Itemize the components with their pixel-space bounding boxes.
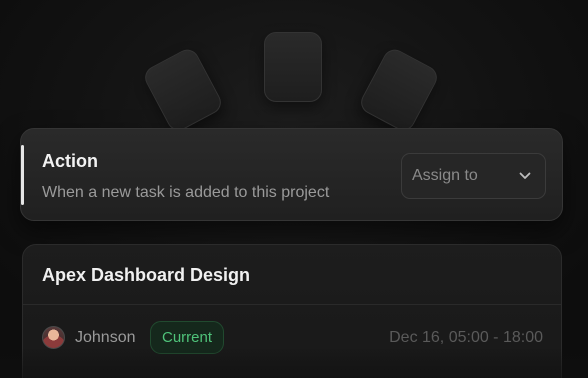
- action-card: Action When a new task is added to this …: [20, 128, 563, 221]
- task-card[interactable]: Apex Dashboard Design Johnson Current De…: [22, 244, 562, 378]
- template-card-left[interactable]: [140, 45, 226, 135]
- task-title: Apex Dashboard Design: [42, 265, 251, 285]
- status-badge: Current: [150, 321, 225, 354]
- active-indicator-bar: [21, 145, 24, 205]
- assign-to-label: Assign to: [412, 167, 478, 184]
- time-range: Dec 16, 05:00 - 18:00: [389, 329, 543, 346]
- workflow-stage: Action When a new task is added to this …: [0, 0, 588, 378]
- action-title: Action: [42, 151, 98, 171]
- chevron-down-icon: [519, 172, 531, 179]
- action-description: When a new task is added to this project: [42, 184, 330, 201]
- assignee-name: Johnson: [75, 329, 136, 346]
- divider: [23, 304, 561, 305]
- template-card-center[interactable]: [264, 32, 322, 102]
- template-card-right[interactable]: [356, 45, 442, 135]
- avatar-icon: [42, 326, 65, 349]
- assign-to-select[interactable]: Assign to: [401, 153, 546, 199]
